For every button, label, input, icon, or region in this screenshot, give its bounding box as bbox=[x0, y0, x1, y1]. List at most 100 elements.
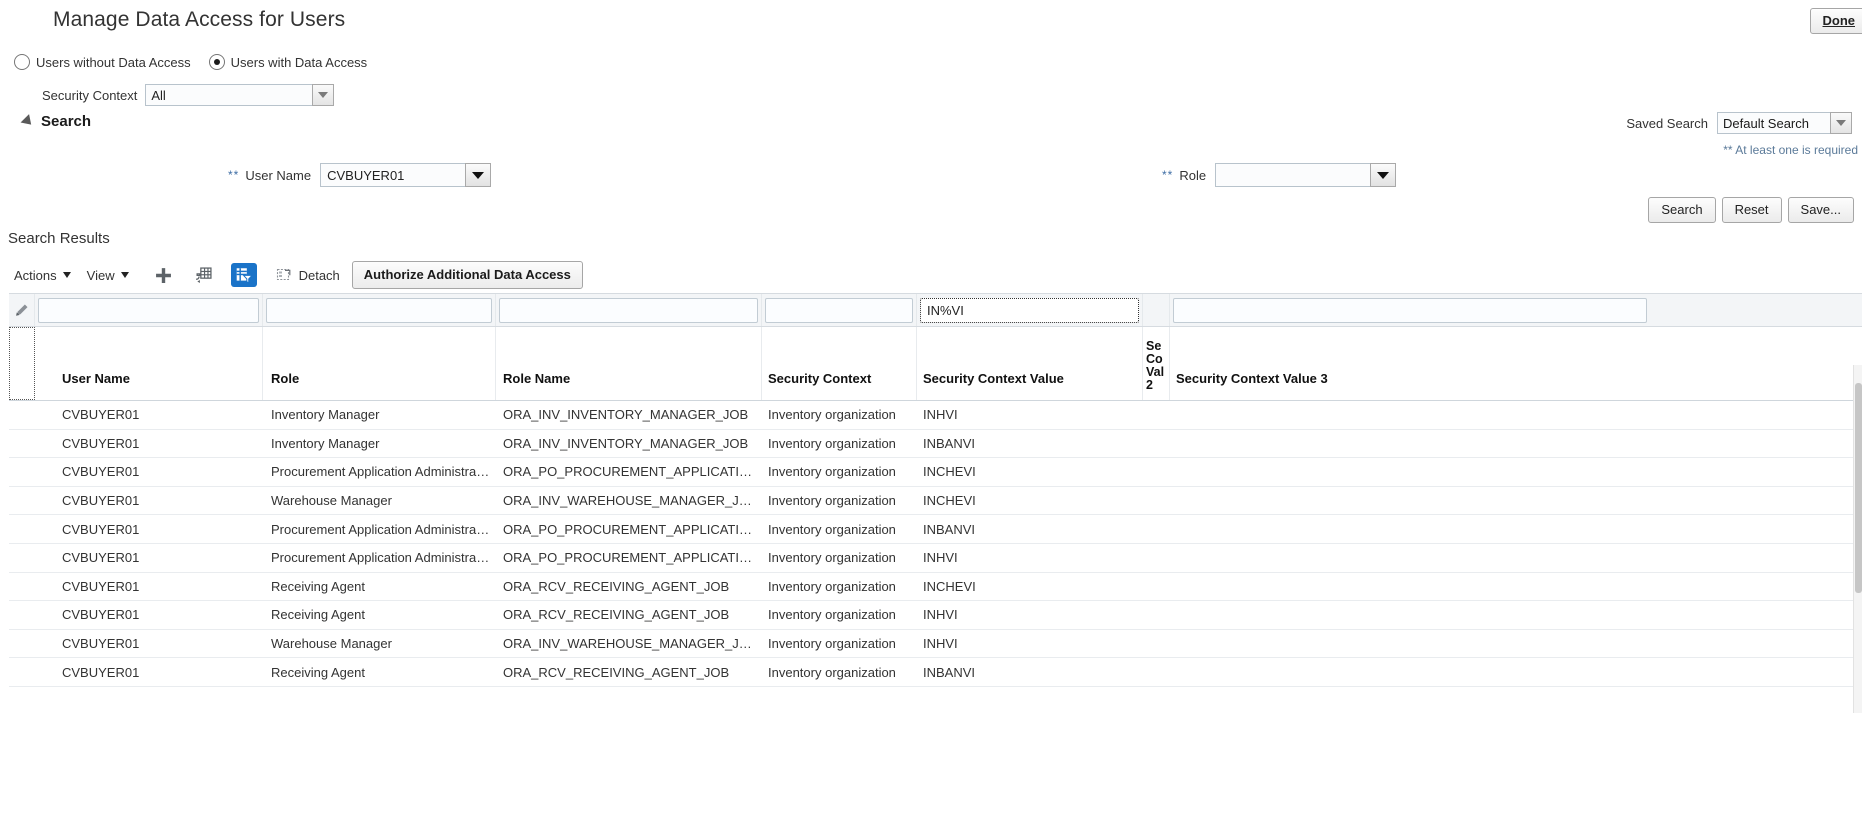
table-row[interactable]: CVBUYER01 Receiving Agent ORA_RCV_RECEIVIN… bbox=[9, 573, 1862, 602]
cell-user-name: CVBUYER01 bbox=[62, 636, 140, 652]
table-row[interactable]: CVBUYER01 Warehouse Manager ORA_INV_WAREHO… bbox=[9, 630, 1862, 659]
cell-user-name: CVBUYER01 bbox=[62, 435, 140, 451]
cell-role: Receiving Agent bbox=[271, 607, 365, 623]
chevron-down-icon bbox=[120, 272, 129, 278]
cell-role: Inventory Manager bbox=[271, 435, 380, 451]
user-name-lov-button[interactable] bbox=[465, 163, 492, 187]
cell-role-name: ORA_INV_WAREHOUSE_MANAGER_JOB bbox=[503, 493, 758, 509]
cell-role-name: ORA_INV_INVENTORY_MANAGER_JOB bbox=[503, 435, 749, 451]
table-row[interactable]: CVBUYER01 Procurement Application Adminis… bbox=[9, 515, 1862, 544]
save-search-button[interactable]: Save... bbox=[1787, 197, 1854, 223]
chevron-down-icon[interactable] bbox=[1830, 112, 1852, 134]
cell-security-context-value: INBANVI bbox=[923, 521, 976, 537]
filter-input-user-name[interactable] bbox=[38, 297, 259, 323]
freeze-columns-icon[interactable] bbox=[191, 263, 217, 287]
plus-icon[interactable] bbox=[151, 263, 177, 287]
cell-role-name: ORA_RCV_RECEIVING_AGENT_JOB bbox=[503, 578, 730, 594]
triangle-collapse-icon[interactable] bbox=[20, 114, 36, 129]
user-name-input[interactable]: CVBUYER01 bbox=[320, 163, 466, 187]
filter-cell-security-context[interactable] bbox=[762, 294, 917, 326]
table-row[interactable]: CVBUYER01 Warehouse Manager ORA_INV_WAREHO… bbox=[9, 487, 1862, 516]
saved-search-label: Saved Search bbox=[1626, 115, 1708, 131]
query-by-example-icon[interactable] bbox=[230, 263, 257, 287]
filter-input-security-context-value-3[interactable] bbox=[1173, 297, 1647, 323]
actions-menu[interactable]: Actions bbox=[14, 268, 71, 283]
authorize-additional-data-access-button[interactable]: Authorize Additional Data Access bbox=[351, 261, 583, 289]
radio-users-with-data-access[interactable] bbox=[208, 54, 225, 70]
filter-cell-role[interactable] bbox=[263, 294, 496, 326]
search-results-title: Search Results bbox=[8, 230, 110, 247]
required-note: ** At least one is required bbox=[1723, 143, 1858, 157]
column-header-user-name[interactable]: User Name bbox=[35, 327, 263, 400]
filter-input-role-name[interactable] bbox=[499, 297, 758, 323]
role-input[interactable] bbox=[1215, 163, 1371, 187]
filter-cell-user-name[interactable] bbox=[35, 294, 263, 326]
header-row-selector[interactable] bbox=[9, 327, 35, 400]
cell-security-context: Inventory organization bbox=[768, 464, 896, 480]
done-button[interactable]: Done bbox=[1809, 8, 1862, 34]
cell-role: Warehouse Manager bbox=[271, 493, 392, 509]
cell-user-name: CVBUYER01 bbox=[62, 578, 140, 594]
table-row[interactable]: CVBUYER01 Receiving Agent ORA_RCV_RECEIVIN… bbox=[9, 658, 1862, 687]
detach-label: Detach bbox=[298, 267, 340, 283]
cell-role: Procurement Application Administrator bbox=[271, 550, 492, 566]
column-header-security-context[interactable]: Security Context bbox=[762, 327, 917, 400]
detach-icon[interactable] bbox=[271, 263, 297, 287]
role-lov-button[interactable] bbox=[1370, 163, 1397, 187]
table-row[interactable]: CVBUYER01 Procurement Application Adminis… bbox=[9, 544, 1862, 573]
radio-users-without-data-access[interactable] bbox=[14, 54, 30, 70]
actions-menu-label: Actions bbox=[14, 267, 57, 283]
table-row[interactable]: CVBUYER01 Inventory Manager ORA_INV_INVENT… bbox=[9, 430, 1862, 459]
column-header-security-context-value[interactable]: Security Context Value bbox=[917, 327, 1143, 400]
column-header-role-name[interactable]: Role Name bbox=[496, 327, 762, 400]
chevron-down-icon[interactable] bbox=[312, 84, 335, 106]
column-header-role[interactable]: Role bbox=[263, 327, 496, 400]
scrollbar-thumb[interactable] bbox=[1855, 383, 1862, 593]
security-context-select[interactable]: All bbox=[145, 84, 335, 106]
saved-search-row: Saved Search Default Search bbox=[1626, 112, 1852, 134]
cell-security-context-value: INHVI bbox=[923, 550, 958, 566]
cell-user-name: CVBUYER01 bbox=[62, 550, 140, 566]
filter-cell-security-context-value[interactable] bbox=[917, 294, 1143, 326]
cell-security-context-value: INBANVI bbox=[923, 664, 976, 680]
filter-input-security-context-value[interactable] bbox=[920, 297, 1139, 323]
pencil-edit-icon[interactable] bbox=[9, 294, 35, 326]
table-vertical-scrollbar[interactable] bbox=[1853, 365, 1862, 713]
view-menu[interactable]: View bbox=[87, 268, 129, 283]
cell-security-context: Inventory organization bbox=[768, 578, 896, 594]
cell-user-name: CVBUYER01 bbox=[62, 521, 140, 537]
column-header-security-context-value-3[interactable]: Security Context Value 3 bbox=[1170, 327, 1650, 400]
column-header-security-context-value-2[interactable]: Se Co Val 2 bbox=[1143, 327, 1170, 400]
saved-search-select[interactable]: Default Search bbox=[1717, 112, 1852, 134]
cell-user-name: CVBUYER01 bbox=[62, 664, 140, 680]
table-row[interactable]: CVBUYER01 Procurement Application Adminis… bbox=[9, 458, 1862, 487]
cell-security-context-value: INCHEVI bbox=[923, 464, 976, 480]
page-title: Manage Data Access for Users bbox=[53, 8, 346, 31]
role-label: Role bbox=[1179, 167, 1207, 183]
search-action-buttons: Search Reset Save... bbox=[1648, 197, 1854, 223]
user-name-label: User Name bbox=[245, 167, 312, 183]
table-row[interactable]: CVBUYER01 Receiving Agent ORA_RCV_RECEIVIN… bbox=[9, 601, 1862, 630]
cell-security-context: Inventory organization bbox=[768, 493, 896, 509]
cell-security-context: Inventory organization bbox=[768, 435, 896, 451]
cell-security-context-value: INCHEVI bbox=[923, 493, 976, 509]
filter-cell-role-name[interactable] bbox=[496, 294, 762, 326]
saved-search-value: Default Search bbox=[1717, 112, 1830, 134]
cell-role: Procurement Application Administrator bbox=[271, 464, 492, 480]
filter-input-role[interactable] bbox=[266, 297, 492, 323]
table-row[interactable]: CVBUYER01 Inventory Manager ORA_INV_INVENT… bbox=[9, 401, 1862, 430]
filter-cell-security-context-value-3[interactable] bbox=[1170, 294, 1650, 326]
search-section-header[interactable]: Search bbox=[20, 113, 91, 130]
detach-label-wrap[interactable]: Detach bbox=[299, 268, 340, 283]
cell-role: Receiving Agent bbox=[271, 578, 365, 594]
filter-input-security-context[interactable] bbox=[765, 297, 913, 323]
cell-security-context: Inventory organization bbox=[768, 521, 896, 537]
filter-cell-security-context-value-2 bbox=[1143, 294, 1170, 326]
table-filter-row bbox=[9, 293, 1862, 327]
reset-button[interactable]: Reset bbox=[1721, 197, 1782, 223]
manage-data-access-page: Manage Data Access for Users Done Users … bbox=[0, 0, 1862, 834]
cell-role-name: ORA_RCV_RECEIVING_AGENT_JOB bbox=[503, 607, 730, 623]
search-button[interactable]: Search bbox=[1648, 197, 1716, 223]
cell-role-name: ORA_PO_PROCUREMENT_APPLICATION_ADMI... bbox=[503, 464, 762, 480]
table-header-row: User Name Role Role Name Security Contex… bbox=[9, 327, 1862, 401]
